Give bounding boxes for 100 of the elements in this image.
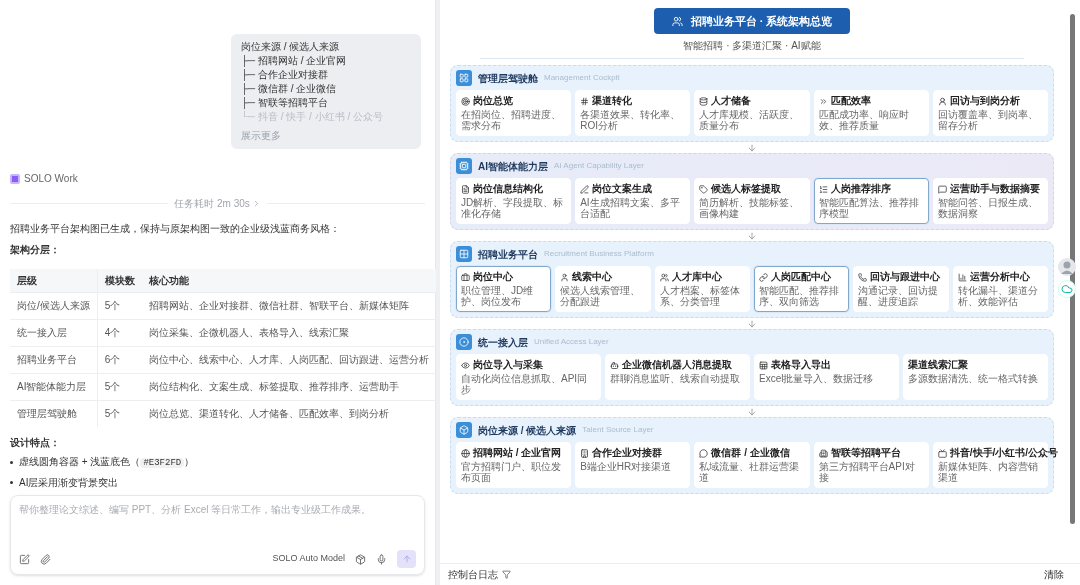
clear-button[interactable]: 清除 (1044, 567, 1064, 582)
table-cell: 4个 (97, 319, 142, 346)
agent-name: SOLO Work (24, 172, 78, 186)
table-cell: 统一接入层 (10, 319, 98, 346)
bullet-icon (10, 460, 13, 464)
card-title: 岗位导入与采集 (473, 359, 543, 371)
card-description: 智能匹配、推荐排序、双向筛选 (759, 285, 840, 307)
card-description: 第三方招聘平台API对接 (818, 461, 916, 483)
building-icon (580, 448, 590, 458)
grid-icon (456, 70, 472, 86)
briefcase-icon (461, 272, 470, 282)
card-title: 岗位信息结构化 (473, 183, 543, 195)
list-icon (818, 184, 828, 194)
table-cell: 岗位中心、线索中心、人才库、人岗匹配、回访跟进、运营分析 (141, 346, 436, 373)
card-title: 回访与跟进中心 (870, 271, 941, 283)
hash-icon (580, 96, 590, 106)
target-icon (461, 96, 470, 106)
model-selector[interactable]: SOLO Auto Model (272, 552, 345, 566)
box-icon (456, 422, 472, 438)
feature-text: AI层采用渐变背景突出 (19, 475, 119, 490)
card-description: 人才档案、标签体系、分类管理 (659, 285, 741, 307)
link-icon (759, 272, 768, 282)
card-title: 人岗推荐排序 (830, 183, 891, 195)
person-icon (937, 96, 947, 106)
card-description: B端企业HR对接渠道 (580, 461, 673, 472)
card-title: 线索中心 (572, 271, 613, 283)
summary-text: 招聘业务平台架构图已生成，保持与原架构图一致的企业级浅蓝商务风格： (10, 222, 341, 236)
avatar-icon[interactable] (1058, 258, 1076, 276)
arrow-icon (747, 406, 757, 417)
message-line: ├─ 微信群 / 企业微信 (241, 82, 338, 95)
phone-icon (858, 272, 868, 282)
scrollbar[interactable] (1069, 14, 1075, 524)
box-icon[interactable] (355, 553, 366, 565)
card-description: 新媒体矩阵、内容营销渠道 (937, 461, 1039, 483)
table-cell: 5个 (97, 400, 142, 427)
table-cell: 岗位总览、渠道转化、人才储备、匹配效率、到岗分析 (141, 400, 436, 427)
screen-icon (937, 448, 947, 458)
card-title: 候选人标签提取 (711, 183, 782, 195)
card-title: 抖音/快手/小红书/公众号 (949, 447, 1059, 459)
section-heading: 设计特点： (10, 436, 61, 450)
table-cell: 招聘网站、企业对接群、微信社群、智联平台、新媒体矩阵 (141, 292, 436, 319)
layer-title: 管理层驾驶舱 (478, 71, 538, 86)
table-cell: 招聘业务平台 (10, 346, 98, 373)
message-line: ├─ 招聘网站 / 企业官网 (241, 54, 348, 67)
card-description: 沟通记录、回访提醒、进度追踪 (858, 285, 940, 307)
message-line: ├─ 合作企业对接群 (241, 68, 329, 81)
microphone-icon[interactable] (376, 553, 387, 565)
database-icon (699, 96, 709, 106)
robot-icon (610, 360, 619, 370)
card-description: 私域流量、社群运营渠道 (699, 461, 801, 483)
arrow-up-icon (401, 554, 412, 564)
table-header: 层级 (10, 269, 98, 292)
person-icon (560, 272, 570, 282)
filter-icon[interactable] (502, 570, 511, 579)
card-description: 自动化岗位信息抓取、API同步 (461, 373, 589, 395)
spreadsheet-icon (759, 360, 768, 370)
card-description: 智能匹配算法、推荐排序模型 (818, 197, 920, 219)
card-description: JD解析、字段提取、标准化存储 (461, 197, 565, 219)
feature-text: 虚线圆角容器 + 浅蓝底色（ #E3F2FD ） (19, 455, 195, 470)
message-input[interactable]: 帮你整理论文综述、编写 PPT、分析 Excel 等日常工作，输出专业级工作成果。 SOLO Auto Model (10, 495, 425, 575)
table-cell: 岗位/候选人来源 (10, 292, 98, 319)
bar-chart-icon (957, 272, 967, 282)
people-icon (659, 272, 669, 282)
eye-icon (461, 360, 470, 370)
console-label: 控制台日志 (448, 568, 498, 582)
card-title: 人岗匹配中心 (771, 271, 831, 283)
card-description: 在招岗位、招聘进度、需求分布 (461, 109, 562, 131)
message-line: 岗位来源 / 候选人来源 (241, 40, 341, 53)
card-title: 岗位总览 (473, 95, 513, 107)
card-description: 候选人线索管理、分配跟进 (560, 285, 642, 307)
table-cell: 6个 (97, 346, 142, 373)
table-header: 模块数 (97, 269, 142, 292)
card-title: 微信群 / 企业微信 (711, 447, 790, 459)
agent-icon (10, 173, 20, 184)
paperclip-icon[interactable] (40, 553, 51, 565)
card-description: 群聊消息监听、线索自动提取 (610, 373, 741, 384)
message-line: ├─ 智联等招聘平台 (241, 96, 411, 109)
card-description: Excel批量导入、数据迁移 (759, 373, 875, 384)
globe-icon (461, 448, 470, 458)
bullet-icon (10, 480, 13, 484)
card-title: 智联等招聘平台 (830, 447, 901, 459)
card-title: 渠道转化 (592, 95, 633, 107)
document-icon (461, 184, 470, 194)
card-description: 人才库规模、活跃度、质量分布 (699, 109, 801, 131)
message-icon (937, 184, 947, 194)
pen-icon (580, 184, 590, 194)
chip-icon (456, 158, 472, 174)
card-description: 职位管理、JD维护、岗位发布 (461, 285, 535, 307)
card-title: 匹配效率 (830, 95, 871, 107)
chat-icon (699, 448, 709, 458)
table-cell: 岗位采集、企微机器人、表格导入、线索汇聚 (141, 319, 436, 346)
arrow-icon (747, 318, 757, 329)
card-description: 转化漏斗、渠道分析、效能评估 (957, 285, 1039, 307)
edit-icon[interactable] (19, 553, 30, 565)
double-chevron-icon (818, 96, 828, 106)
card-title: 合作企业对接群 (592, 447, 663, 459)
table-cell: 5个 (97, 292, 142, 319)
card-description: 多源数据清洗、统一格式转换 (908, 373, 1039, 384)
card-description: 各渠道效果、转化率、ROI分析 (580, 109, 682, 131)
card-title: 招聘网站 / 企业官网 (473, 447, 562, 459)
